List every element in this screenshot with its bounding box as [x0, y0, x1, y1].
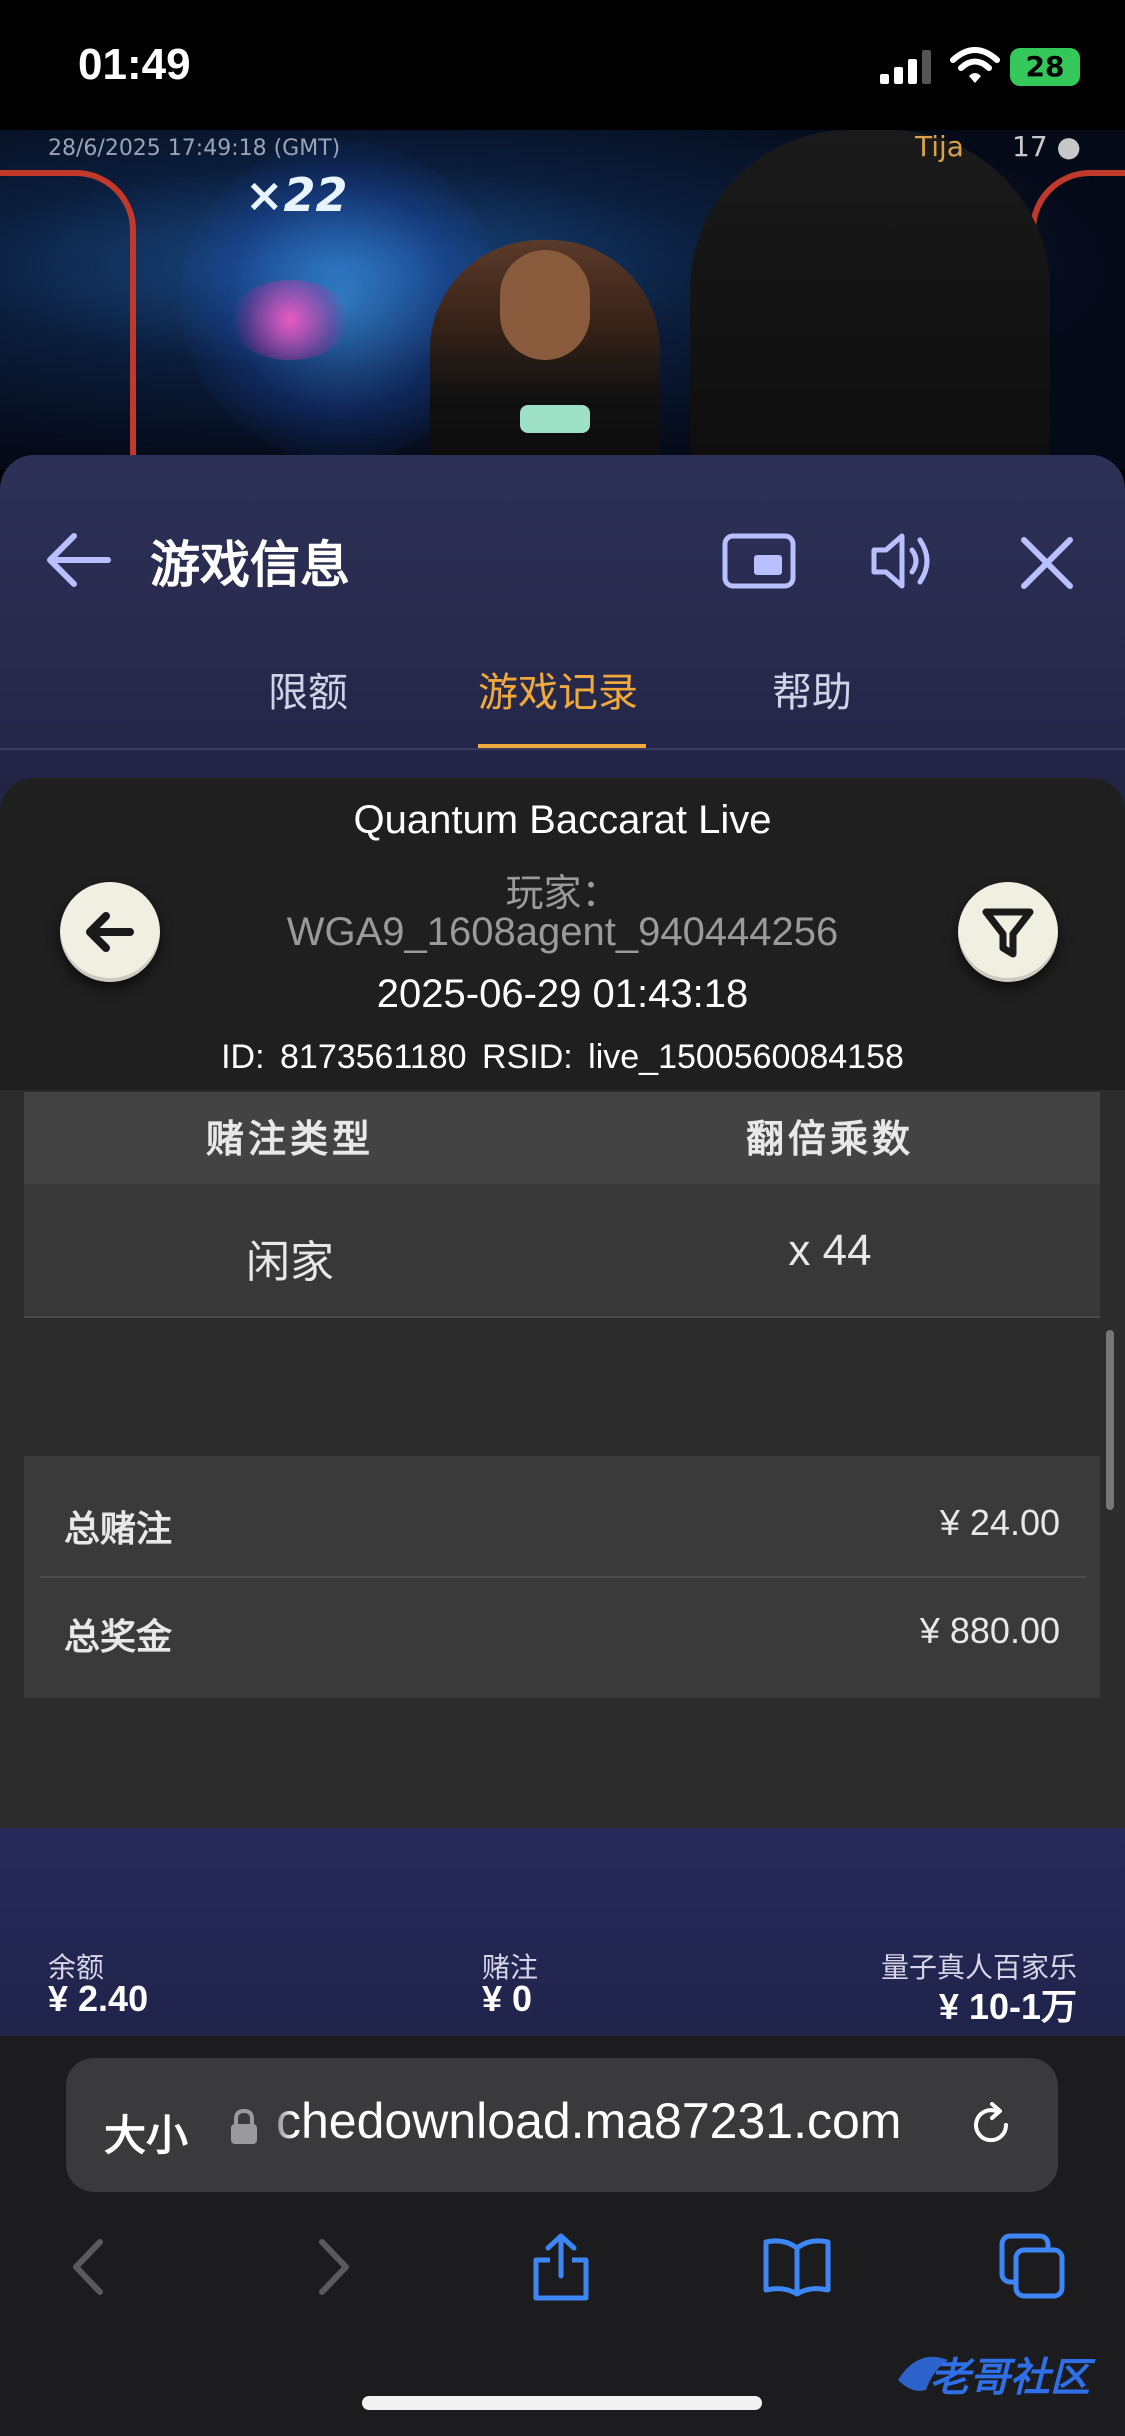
panel-title: 游戏信息	[150, 536, 350, 594]
home-indicator[interactable]	[362, 2396, 762, 2410]
column-header-multiplier: 翻倍乘数	[745, 1117, 914, 1161]
scrollbar[interactable]	[1106, 1330, 1114, 1510]
url-fade	[264, 2090, 294, 2154]
total-bet-value: ¥ 24.00	[939, 1502, 1060, 1543]
status-time: 01:49	[78, 40, 191, 89]
total-win-label: 总奖金	[64, 1617, 173, 1658]
multiplier-cell: x 44	[788, 1226, 872, 1275]
column-header-bet-type: 赌注类型	[205, 1117, 374, 1161]
cellular-signal-icon	[880, 50, 931, 84]
wifi-icon	[950, 47, 1000, 83]
dealer-bowtie	[520, 405, 590, 433]
player-id: WGA9_1608agent_940444256	[286, 910, 839, 954]
picture-in-picture-icon[interactable]	[722, 533, 796, 589]
dealer-assistant	[690, 130, 1050, 470]
tab-divider	[0, 748, 1125, 750]
multiplier-flare	[230, 280, 350, 360]
lock-icon	[231, 2108, 257, 2144]
filter-button[interactable]	[958, 882, 1058, 982]
close-icon[interactable]	[1018, 534, 1076, 592]
forward-icon[interactable]	[296, 2232, 366, 2302]
watermark-text: 老哥社区	[930, 2355, 1090, 2401]
reload-icon[interactable]	[966, 2100, 1016, 2150]
viewer-count: 17 ●	[1012, 130, 1081, 163]
balance-value: ¥ 2.40	[48, 1978, 149, 2019]
share-icon[interactable]	[526, 2232, 596, 2302]
tabs-icon[interactable]	[998, 2232, 1068, 2302]
video-multiplier: ×22	[245, 168, 348, 222]
tab-limits[interactable]: 限额	[268, 660, 348, 718]
back-icon[interactable]	[56, 2232, 126, 2302]
bet-type-cell: 闲家	[246, 1237, 334, 1288]
bet-value: ¥ 0	[482, 1978, 533, 2019]
arrow-left-icon	[86, 912, 134, 952]
round-time: 2025-06-29 01:43:18	[376, 972, 749, 1016]
back-arrow-icon[interactable]	[44, 530, 114, 590]
video-timestamp: 28/6/2025 17:49:18 (GMT)	[48, 136, 341, 161]
sound-icon[interactable]	[868, 528, 938, 594]
bookmarks-icon[interactable]	[762, 2232, 832, 2302]
filter-icon	[982, 908, 1034, 958]
live-video-feed[interactable]	[0, 130, 1125, 470]
table-frame-decoration	[0, 170, 136, 470]
summary-divider	[40, 1576, 1086, 1578]
total-bet-label: 总赌注	[64, 1509, 173, 1550]
text-size-button[interactable]: 大小	[104, 2102, 188, 2163]
previous-record-button[interactable]	[60, 882, 160, 982]
battery-indicator: 28	[1010, 48, 1080, 86]
table-limit-value: ¥ 10-1万	[938, 1986, 1077, 2027]
url-text[interactable]: chedownload.ma87231.com	[276, 2092, 936, 2150]
round-ids: ID: 8173561180 RSID: live_1500560084158	[221, 1038, 904, 1076]
dealer-face	[500, 250, 590, 360]
game-name: Quantum Baccarat Live	[353, 798, 772, 842]
viewer-count-value: 17	[1012, 130, 1048, 163]
tab-game-history[interactable]: 游戏记录	[478, 660, 638, 718]
person-icon: ●	[1056, 130, 1081, 163]
player-label: 玩家：	[505, 871, 620, 915]
dealer-name: Tija	[915, 130, 964, 163]
tab-help[interactable]: 帮助	[772, 660, 852, 718]
total-win-value: ¥ 880.00	[919, 1610, 1060, 1651]
